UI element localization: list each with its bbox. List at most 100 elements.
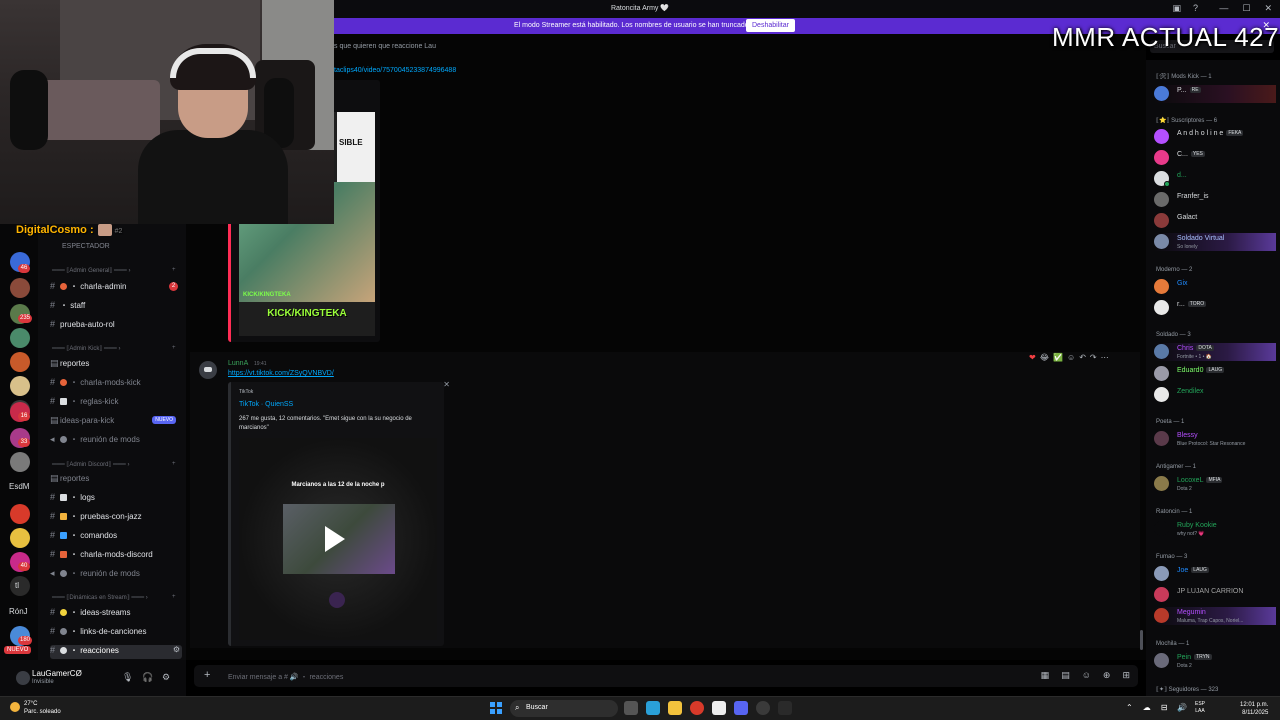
laugh-reaction-icon[interactable]: 😂 [1040,353,1049,362]
start-button[interactable] [490,702,502,714]
channel-item-reacciones[interactable]: # ・ reacciones ⚙ [50,645,182,659]
avatar[interactable] [16,671,30,685]
message-link[interactable]: https://vt.tiktok.com/ZSyQVNBVD/ [228,370,334,377]
channel-item-links-de-canciones[interactable]: # ・ links-de-canciones [50,626,182,640]
member-item[interactable]: Eduard0 LAUG [1154,365,1276,383]
clock[interactable]: 12:01 p.m. 8/11/2025 [1240,701,1268,717]
username[interactable]: LauGamerCØ [32,669,82,678]
gift-icon[interactable]: ▦ [1041,670,1050,681]
taskbar-search[interactable]: ⌕ Buscar [510,700,618,717]
channel-item-pruebas-con-jazz[interactable]: # ・ pruebas-con-jazz [50,511,182,525]
channel-item-logs[interactable]: # ・ logs [50,492,182,506]
message-composer[interactable]: + Enviar mensaje a # 🔊 ・ reacciones ▦ ▤ … [194,665,1138,687]
onedrive-icon[interactable]: ☁ [1143,703,1151,712]
member-item[interactable]: Chris DOTA Fortnite • 1 • 🏠 [1154,343,1276,361]
channel-item-staff[interactable]: # ・ staff [50,300,182,314]
member-item[interactable]: A n d h o l i n e FEKA [1154,128,1276,146]
heart-reaction-icon[interactable]: ❤ [1029,353,1036,362]
play-icon[interactable] [325,526,345,552]
chrome-icon[interactable] [690,701,704,715]
app-icon[interactable] [778,701,792,715]
obs-icon[interactable] [756,701,770,715]
emoji-icon[interactable]: ⊕ [1103,670,1111,681]
microphone-icon[interactable]: 🎙 [122,672,133,683]
server-icon[interactable] [10,452,30,472]
member-item[interactable]: d... [1154,170,1276,188]
reply-icon[interactable]: ↶ [1079,353,1086,362]
add-channel-icon[interactable]: + [172,594,176,600]
volume-icon[interactable]: 🔊 [1177,703,1187,712]
member-item[interactable]: Ruby Kookie why not? 💗 [1154,520,1276,538]
more-icon[interactable]: ⋯ [1101,353,1109,362]
check-reaction-icon[interactable]: ✅ [1053,353,1063,362]
file-explorer-icon[interactable] [668,701,682,715]
forward-icon[interactable]: ↷ [1090,353,1097,362]
embed-video[interactable]: Marcianos a las 12 de la noche p [239,438,437,640]
language-indicator[interactable]: ESP LAA [1195,701,1205,715]
member-item[interactable]: JP LUJAN CARRION [1154,586,1276,604]
composer-placeholder[interactable]: Enviar mensaje a # 🔊 ・ reacciones [228,672,343,682]
channel-item-reglas-kick[interactable]: # ・ reglas-kick [50,396,182,410]
server-icon[interactable] [10,328,30,348]
member-item[interactable]: Joe LAUG [1154,565,1276,583]
member-item[interactable]: Gix [1154,278,1276,296]
server-folder-label[interactable]: tl [15,581,19,590]
member-item[interactable]: Pein TRYN Dota 2 [1154,652,1276,670]
channel-item[interactable]: ESPECTADOR [62,243,194,257]
discord-icon[interactable] [734,701,748,715]
sticker-icon[interactable]: ☺ [1082,670,1091,681]
channel-item-reunion-de-mods[interactable]: ◂ ・ reunión de mods [50,434,182,448]
category-header[interactable]: ═══ ⟦Admin General⟧ ═══ › + [52,267,176,274]
channel-item-reportes-discord[interactable]: ▤reportes [50,473,182,487]
channel-item-charla-mods-discord[interactable]: # ・ charla-mods-discord [50,549,182,563]
help-icon[interactable]: ? [1193,3,1198,14]
disable-streamer-mode-button[interactable]: Deshabilitar [746,19,795,32]
add-channel-icon[interactable]: + [172,345,176,351]
capcut-icon[interactable] [712,701,726,715]
apps-icon[interactable]: ⊞ [1122,670,1130,681]
member-item[interactable]: Soldado Virtual So lonely [1154,233,1276,251]
inbox-icon[interactable]: ▣ [1172,3,1181,14]
channel-item-prueba-auto-rol[interactable]: # prueba-auto-rol [50,319,182,333]
headphones-icon[interactable]: 🎧 [142,672,153,683]
message-link[interactable]: taclips40/video/7570045233874996488 [334,67,456,74]
member-item[interactable]: C... YES [1154,149,1276,167]
add-channel-icon[interactable]: + [172,267,176,273]
category-header[interactable]: ═══ ⟦Admin Discord⟧ ═══ › + [52,461,176,468]
embed-close-icon[interactable]: ✕ [443,380,450,389]
server-icon[interactable] [10,352,30,372]
edge-icon[interactable] [646,701,660,715]
minimize-button[interactable]: — [1219,3,1228,14]
network-icon[interactable]: ⊟ [1161,703,1168,712]
message-author[interactable]: LunnA [228,360,248,367]
settings-gear-icon[interactable]: ⚙ [162,672,170,683]
channel-settings-icon[interactable]: ⚙ [173,645,180,654]
member-item[interactable]: LocoxeL MFIA Dota 2 [1154,475,1276,493]
category-header[interactable]: ═══ ⟦Dinámicas en Stream⟧ ═══ › + [52,594,176,601]
maximize-button[interactable]: ☐ [1242,3,1250,14]
server-icon[interactable] [10,278,30,298]
server-icon[interactable] [10,528,30,548]
add-reaction-icon[interactable]: ☺ [1067,353,1075,362]
channel-item-comandos[interactable]: # ・ comandos [50,530,182,544]
channel-item-reportes[interactable]: ▤reportes [50,358,182,372]
member-item[interactable]: r... TORO [1154,299,1276,317]
gif-icon[interactable]: ▤ [1061,670,1070,681]
member-item[interactable]: Zendilex [1154,386,1276,404]
embed-title[interactable]: TikTok · QuienSS [239,401,293,408]
category-header[interactable]: ═══ ⟦Admin Kick⟧ ═══ › + [52,345,176,352]
channel-item-charla-mods-kick[interactable]: # ・ charla-mods-kick [50,377,182,391]
member-item[interactable]: Megumin Maluma, Trap Capos, Noriel... [1154,607,1276,625]
channel-item-ideas-para-kick[interactable]: ▤ideas-para-kick NUEVO [50,415,182,429]
channel-item-reunion-de-mods-2[interactable]: ◂ ・ reunión de mods [50,568,182,582]
add-channel-icon[interactable]: + [172,461,176,467]
chat-scrollbar[interactable] [1140,630,1143,650]
avatar[interactable] [199,361,217,379]
tray-overflow-icon[interactable]: ⌃ [1126,703,1133,712]
server-icon[interactable] [10,576,30,596]
task-view-icon[interactable] [624,701,638,715]
server-icon[interactable] [10,376,30,396]
server-folder-label[interactable]: RónJ [9,607,28,616]
attach-plus-icon[interactable]: + [204,669,210,681]
channel-item-charla-admin[interactable]: # ・ charla-admin 2 [50,281,182,295]
